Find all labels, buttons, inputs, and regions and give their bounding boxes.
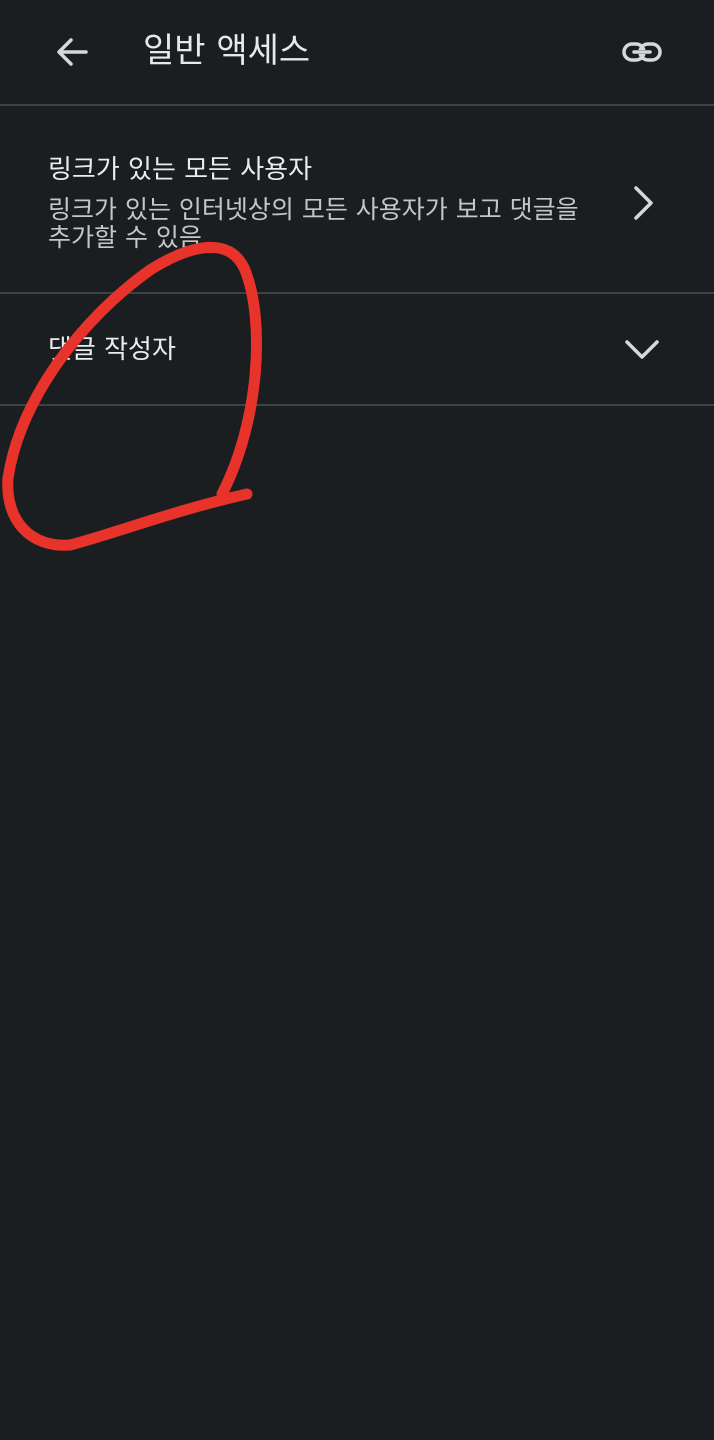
access-title: 링크가 있는 모든 사용자 [48,155,312,185]
page-title: 일반 액세스 [143,31,311,71]
copy-link-button[interactable] [612,22,672,82]
link-icon [622,42,662,62]
back-button[interactable] [42,22,102,82]
app-bar: 일반 액세스 [0,0,714,104]
role-selected-label: 댓글 작성자 [48,335,176,365]
access-description: 링크가 있는 인터넷상의 모든 사용자가 보고 댓글을 추가할 수 있음 [48,195,579,252]
divider [0,404,714,406]
arrow-back-icon [57,38,88,66]
chevron-down-icon[interactable] [618,326,666,374]
chevron-right-icon[interactable] [620,180,666,226]
